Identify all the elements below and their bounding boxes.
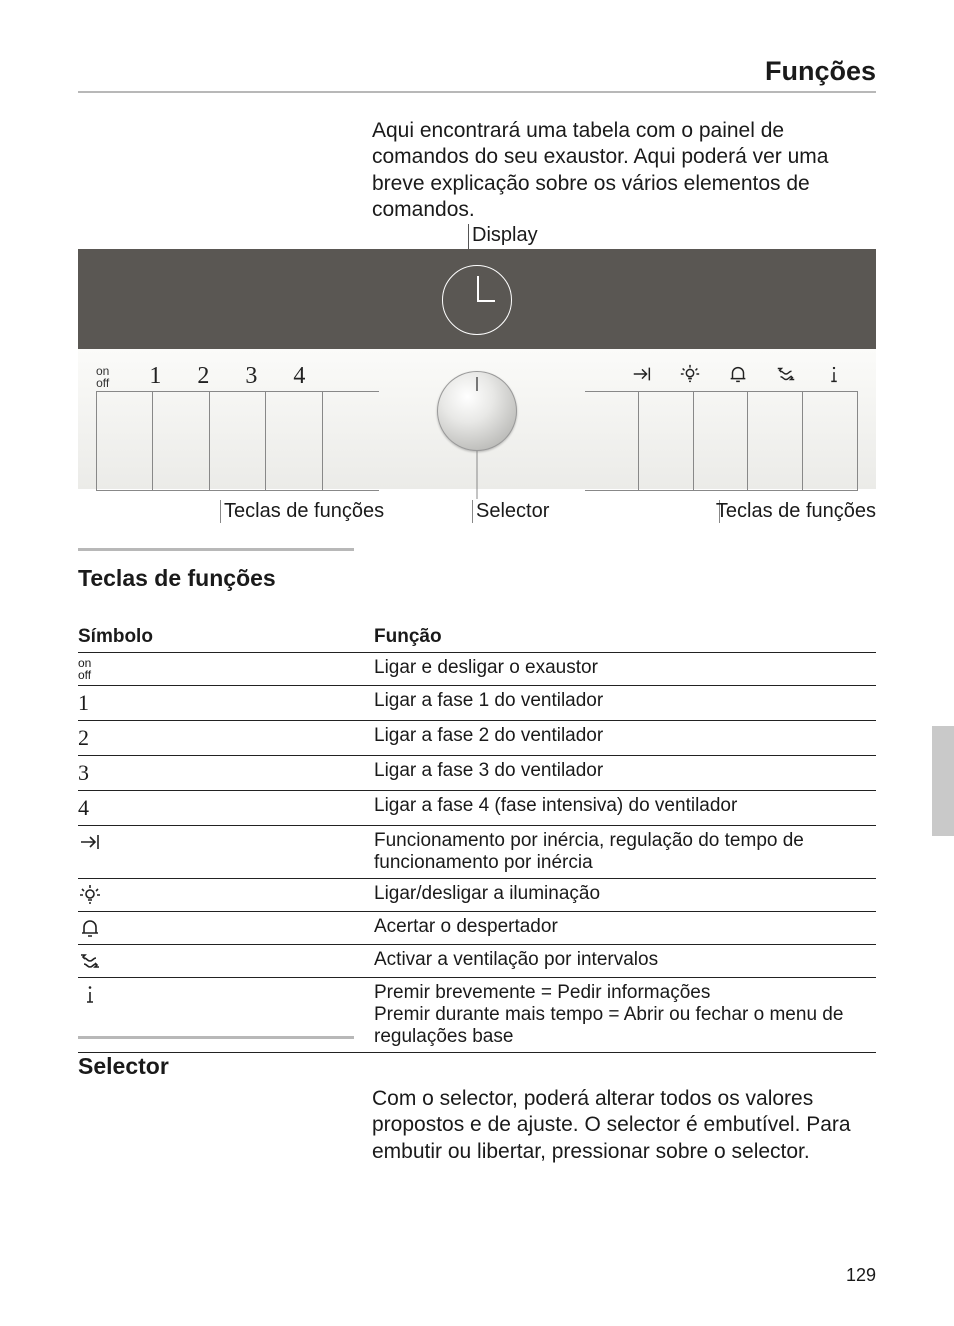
desc-info: Premir brevemente = Pedir informações Pr… — [374, 978, 876, 1052]
desc-2: Ligar a fase 2 do ventilador — [374, 721, 876, 751]
desc-lamp: Ligar/desligar a iluminação — [374, 879, 876, 909]
desc-bell: Acertar o despertador — [374, 912, 876, 942]
display-area — [78, 249, 876, 349]
lamp-icon — [666, 363, 714, 385]
desc-onoff: Ligar e desligar o exaustor — [374, 653, 876, 683]
selector-paragraph: Com o selector, poderá alterar todos os … — [372, 1086, 876, 1165]
desc-3: Ligar a fase 3 do ventilador — [374, 756, 876, 786]
page-header-title: Funções — [765, 56, 876, 87]
section-teclas: Teclas de funções — [78, 548, 354, 592]
symbol-bell — [78, 912, 374, 944]
symbol-interval — [78, 945, 374, 977]
section-selector: Selector — [78, 1036, 354, 1080]
arrow-right-bar-icon — [618, 363, 666, 385]
left-function-keys: on off 1 2 3 4 — [96, 363, 323, 390]
page-number: 129 — [846, 1265, 876, 1286]
onoff-key-label: on off — [96, 365, 109, 389]
table-header-function: Função — [374, 622, 876, 652]
table-header-symbol: Símbolo — [78, 622, 374, 652]
symbol-2: 2 — [78, 721, 374, 755]
function-table: Símbolo Função onoffLigar e desligar o e… — [78, 622, 876, 1053]
intro-paragraph: Aqui encontrará uma tabela com o painel … — [372, 118, 876, 223]
section-title-teclas: Teclas de funções — [78, 565, 354, 592]
info-icon — [810, 363, 858, 385]
key-1: 1 — [131, 363, 179, 390]
header-rule — [78, 91, 876, 93]
symbol-onoff: onoff — [78, 657, 374, 681]
symbol-info — [78, 978, 374, 1010]
interval-icon — [762, 363, 810, 385]
key-4: 4 — [275, 363, 323, 390]
section-title-selector: Selector — [78, 1053, 354, 1080]
keys-area: on off 1 2 3 4 — [78, 349, 876, 489]
bell-icon — [714, 363, 762, 385]
desc-interval: Activar a ventilação por intervalos — [374, 945, 876, 975]
desc-1: Ligar a fase 1 do ventilador — [374, 686, 876, 716]
key-3: 3 — [227, 363, 275, 390]
selector-caption: Selector — [476, 500, 549, 523]
right-function-keys — [618, 363, 858, 385]
key-2: 2 — [179, 363, 227, 390]
clock-icon — [442, 265, 512, 335]
right-keys-caption: Teclas de funções — [716, 500, 876, 523]
display-label: Display — [472, 224, 538, 247]
desc-arrow: Funcionamento por inércia, regulação do … — [374, 826, 876, 878]
symbol-1: 1 — [78, 686, 374, 720]
desc-4: Ligar a fase 4 (fase intensiva) do venti… — [374, 791, 876, 821]
symbol-3: 3 — [78, 756, 374, 790]
symbol-lamp — [78, 879, 374, 911]
selector-knob — [437, 371, 517, 451]
symbol-arrow — [78, 826, 374, 858]
left-keys-caption: Teclas de funções — [224, 500, 384, 523]
symbol-4: 4 — [78, 791, 374, 825]
thumb-index-tab — [932, 726, 954, 836]
